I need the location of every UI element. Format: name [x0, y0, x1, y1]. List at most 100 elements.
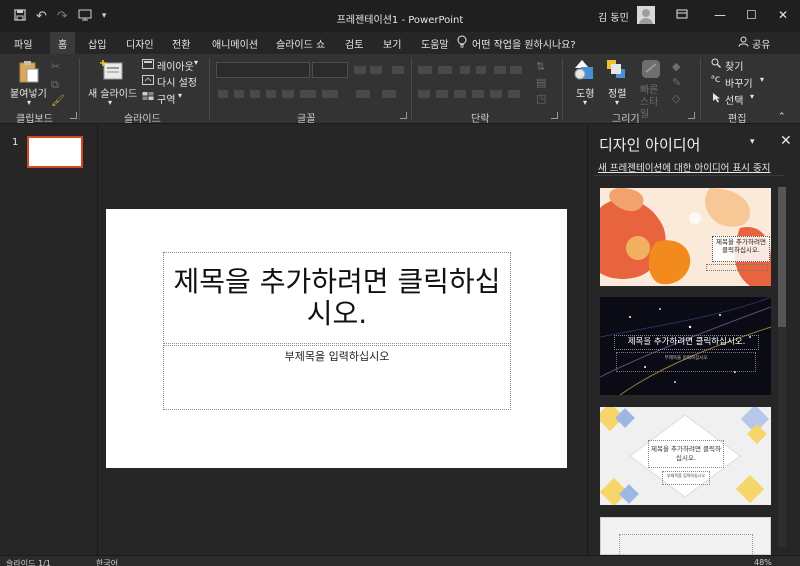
stop-ideas-link[interactable]: 새 프레젠테이션에 대한 아이디어 표시 중지 [598, 160, 770, 174]
status-zoom[interactable]: 48% [754, 558, 772, 566]
status-language[interactable]: 한국어 [96, 558, 118, 566]
user-name[interactable]: 김 동민 [598, 9, 629, 24]
font-size-field[interactable] [312, 62, 348, 78]
drawing-launcher-icon[interactable] [688, 112, 695, 119]
cut-icon[interactable]: ✂ [51, 60, 60, 73]
column-icon[interactable] [508, 90, 520, 98]
text-direction-icon[interactable]: ⇅ [536, 60, 545, 73]
ribbon-display-options-icon[interactable] [676, 8, 688, 23]
tab-home[interactable]: 홈 [50, 32, 76, 54]
slide-thumbnail[interactable] [27, 136, 83, 168]
copy-icon[interactable]: ⧉ [51, 78, 59, 92]
redo-icon[interactable]: ↷ [57, 10, 68, 23]
tab-insert[interactable]: 삽입 [88, 36, 106, 51]
slide-canvas[interactable]: 제목을 추가하려면 클릭하십시오. 부제목을 입력하십시오 [106, 209, 567, 468]
section-dropdown-icon[interactable]: ▾ [178, 91, 182, 100]
align-text-icon[interactable]: ▤ [536, 76, 546, 89]
highlight-icon[interactable] [356, 90, 370, 98]
layout-dropdown-icon[interactable]: ▾ [194, 58, 198, 67]
design-idea-card-3[interactable]: 제목을 추가하려면 클릭하십시오. 부제목을 입력하십시오 [600, 407, 771, 505]
decrease-indent-icon[interactable] [460, 66, 470, 74]
columns-icon[interactable] [510, 66, 522, 74]
replace-button[interactable]: 바꾸기 [725, 75, 753, 90]
tab-review[interactable]: 검토 [345, 36, 363, 51]
arrange-dropdown-icon[interactable]: ▾ [615, 98, 619, 107]
new-slide-icon[interactable] [100, 59, 124, 84]
align-left-icon[interactable] [418, 90, 430, 98]
select-icon[interactable] [712, 92, 721, 106]
justify-icon[interactable] [472, 90, 484, 98]
design-pane-scroll-thumb[interactable] [778, 187, 786, 327]
tab-help[interactable]: 도움말 [421, 36, 449, 51]
collapse-ribbon-icon[interactable]: ⌃ [778, 112, 786, 122]
shapes-icon[interactable] [573, 58, 597, 85]
design-idea-card-2[interactable]: 제목을 추가하려면 클릭하십시오. 부제목을 입력하십시오 [600, 297, 771, 395]
clear-format-icon[interactable] [392, 66, 404, 74]
save-icon[interactable] [14, 8, 26, 24]
shadow-icon[interactable] [266, 90, 276, 98]
strikethrough-icon[interactable] [282, 90, 294, 98]
pane-close-icon[interactable]: ✕ [780, 133, 792, 149]
reset-button[interactable]: 다시 설정 [157, 74, 197, 89]
line-spacing-icon[interactable] [494, 66, 506, 74]
section-icon[interactable] [142, 91, 154, 104]
maximize-icon[interactable]: ☐ [746, 8, 757, 22]
tab-design[interactable]: 디자인 [126, 36, 154, 51]
bold-icon[interactable] [218, 90, 228, 98]
section-button[interactable]: 구역 [157, 91, 175, 106]
tab-transitions[interactable]: 전환 [172, 36, 190, 51]
shape-effects-icon[interactable]: ◇ [672, 92, 680, 105]
shapes-dropdown-icon[interactable]: ▾ [583, 98, 587, 107]
title-placeholder[interactable]: 제목을 추가하려면 클릭하십시오. [163, 252, 511, 344]
share-icon[interactable] [738, 36, 749, 50]
undo-icon[interactable]: ↶ [36, 10, 47, 23]
pane-options-icon[interactable]: ▾ [750, 137, 755, 147]
shape-fill-icon[interactable]: ◆ [672, 60, 680, 73]
paragraph-launcher-icon[interactable] [551, 112, 558, 119]
change-case-icon[interactable] [322, 90, 338, 98]
font-launcher-icon[interactable] [400, 112, 407, 119]
find-button[interactable]: 찾기 [725, 58, 743, 73]
tab-animations[interactable]: 애니메이션 [212, 36, 258, 51]
avatar[interactable] [637, 6, 655, 24]
tell-me-search[interactable]: 어떤 작업을 원하시나요? [472, 36, 576, 51]
paste-icon[interactable] [18, 60, 40, 87]
arrange-icon[interactable] [605, 58, 627, 85]
distribute-icon[interactable] [490, 90, 502, 98]
increase-indent-icon[interactable] [476, 66, 486, 74]
format-painter-icon[interactable]: 🖌 [51, 94, 65, 107]
design-idea-card-4[interactable] [600, 517, 771, 555]
subtitle-placeholder[interactable]: 부제목을 입력하십시오 [163, 345, 511, 410]
design-idea-card-1[interactable]: 제목을 추가하려면 클릭하십시오. [600, 188, 771, 286]
increase-font-icon[interactable] [354, 66, 366, 74]
underline-icon[interactable] [250, 90, 260, 98]
layout-button[interactable]: 레이아웃 [157, 58, 194, 73]
present-from-start-icon[interactable] [78, 9, 92, 24]
paste-dropdown-icon[interactable]: ▾ [27, 98, 31, 107]
select-dropdown-icon[interactable]: ▾ [750, 92, 754, 101]
align-center-icon[interactable] [436, 90, 448, 98]
tab-file[interactable]: 파일 [14, 36, 32, 51]
quick-styles-button[interactable]: 빠른 스타일 [640, 85, 666, 121]
customize-qat-icon[interactable]: ▾ [102, 11, 107, 21]
font-name-field[interactable] [216, 62, 310, 78]
select-button[interactable]: 선택 [725, 92, 743, 107]
clipboard-launcher-icon[interactable] [70, 112, 77, 119]
tab-view[interactable]: 보기 [383, 36, 401, 51]
replace-dropdown-icon[interactable]: ▾ [760, 75, 764, 84]
char-spacing-icon[interactable] [300, 90, 316, 98]
font-color-icon[interactable] [382, 90, 396, 98]
align-right-icon[interactable] [454, 90, 466, 98]
bullets-icon[interactable] [418, 66, 432, 74]
smartart-icon[interactable]: ◳ [536, 92, 546, 105]
share-button[interactable]: 공유 [752, 36, 770, 51]
reset-icon[interactable] [142, 75, 154, 88]
layout-icon[interactable] [142, 59, 154, 72]
close-icon[interactable]: ✕ [778, 8, 788, 22]
italic-icon[interactable] [234, 90, 244, 98]
tab-slideshow[interactable]: 슬라이드 쇼 [276, 36, 325, 51]
quick-styles-icon[interactable] [640, 58, 662, 85]
decrease-font-icon[interactable] [370, 66, 382, 74]
new-slide-dropdown-icon[interactable]: ▾ [108, 98, 112, 107]
replace-icon[interactable]: ᵃc [711, 74, 720, 85]
